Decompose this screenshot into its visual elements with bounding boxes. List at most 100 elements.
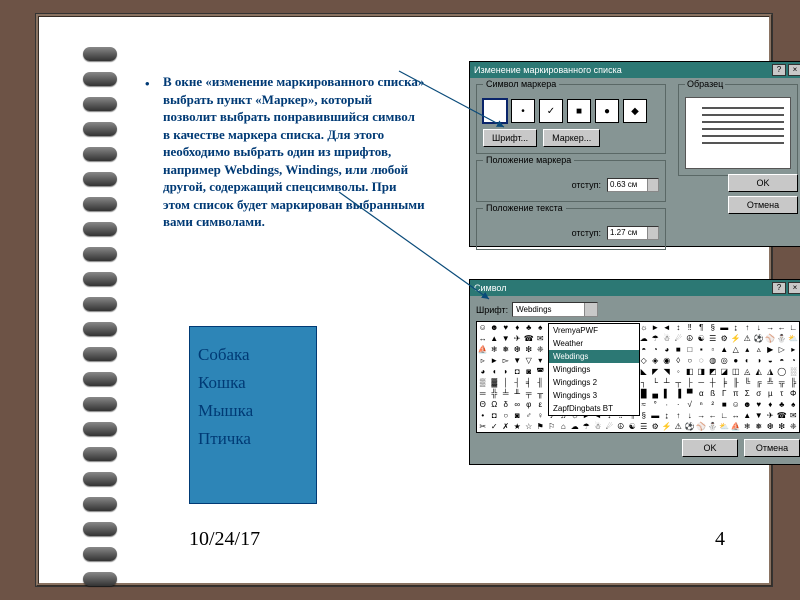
symbol-cell[interactable]: ★ (512, 421, 524, 432)
symbol-cell[interactable]: ☮ (615, 421, 627, 432)
symbol-cell[interactable]: ⚑ (535, 421, 547, 432)
symbol-cell[interactable]: ▲ (719, 344, 731, 355)
symbol-cell[interactable]: Γ (719, 388, 731, 399)
symbol-cell[interactable]: ☻ (742, 399, 754, 410)
symbol-cell[interactable]: ▸ (788, 344, 800, 355)
symbol-cell[interactable]: ╩ (765, 377, 777, 388)
symbol-cell[interactable]: ▴ (742, 344, 754, 355)
symbol-cell[interactable]: ◉ (661, 355, 673, 366)
symbol-cell[interactable]: ✓ (489, 421, 501, 432)
symbol-cell[interactable]: ◘ (489, 410, 501, 421)
symbol-cell[interactable]: ♥ (500, 322, 512, 333)
symbol-cell[interactable]: ⌂ (558, 421, 570, 432)
symbol-cell[interactable]: ◕ (661, 344, 673, 355)
symbol-cell[interactable]: ► (489, 355, 501, 366)
symbol-cell[interactable]: △ (730, 344, 742, 355)
symbol-cell[interactable]: ⚽ (684, 421, 696, 432)
symbol-cell[interactable]: µ (765, 388, 777, 399)
symbol-cell[interactable]: ❇ (776, 421, 788, 432)
symbol-cell[interactable]: ☃ (661, 333, 673, 344)
symbol-cell[interactable]: ▪ (696, 344, 708, 355)
close-icon[interactable]: × (788, 282, 800, 294)
symbol-cell[interactable]: ◭ (753, 366, 765, 377)
symbol-cell[interactable]: ✂ (477, 421, 489, 432)
symbol-cell[interactable]: ¶ (696, 322, 708, 333)
symbol-cell[interactable]: ε (535, 399, 547, 410)
symbol-cell[interactable]: ↔ (730, 410, 742, 421)
symbol-cell[interactable]: ◫ (730, 366, 742, 377)
symbol-cell[interactable]: ▾ (535, 355, 547, 366)
symbol-cell[interactable]: ☃ (592, 421, 604, 432)
marker-option[interactable]: • (511, 99, 535, 123)
symbol-cell[interactable]: │ (500, 377, 512, 388)
marker-option[interactable]: ✓ (539, 99, 563, 123)
symbol-cell[interactable]: ◬ (742, 366, 754, 377)
symbol-cell[interactable]: ♣ (776, 399, 788, 410)
symbol-cell[interactable]: ╥ (535, 388, 547, 399)
symbol-cell[interactable]: ☮ (684, 333, 696, 344)
symbol-cell[interactable]: Σ (742, 388, 754, 399)
symbol-cell[interactable]: ⛅ (788, 333, 800, 344)
symbol-cell[interactable]: ✗ (500, 421, 512, 432)
font-button[interactable]: Шрифт... (483, 129, 537, 147)
indent-spinner[interactable]: 1.27 см (607, 226, 659, 240)
symbol-cell[interactable]: ╠ (788, 377, 800, 388)
symbol-cell[interactable]: σ (753, 388, 765, 399)
symbol-cell[interactable]: ⛄ (707, 421, 719, 432)
symbol-cell[interactable]: ∙ (661, 399, 673, 410)
symbol-cell[interactable]: ░ (788, 366, 800, 377)
symbol-cell[interactable]: ⚡ (730, 333, 742, 344)
symbol-cell[interactable]: ↓ (684, 410, 696, 421)
symbol-cell[interactable]: ◓ (776, 355, 788, 366)
symbol-cell[interactable]: ❅ (500, 344, 512, 355)
symbol-cell[interactable]: ▌ (661, 388, 673, 399)
symbol-cell[interactable]: ╢ (535, 377, 547, 388)
symbol-cell[interactable]: ╔ (753, 377, 765, 388)
symbol-cell[interactable]: ☯ (627, 421, 639, 432)
ok-button[interactable]: OK (682, 439, 738, 457)
dropdown-item[interactable]: Wingdings 3 (549, 389, 639, 402)
symbol-cell[interactable]: α (696, 388, 708, 399)
symbol-cell[interactable]: ☄ (604, 421, 616, 432)
symbol-cell[interactable]: ╧ (500, 388, 512, 399)
symbol-cell[interactable]: Φ (788, 388, 800, 399)
symbol-cell[interactable]: ▵ (753, 344, 765, 355)
symbol-cell[interactable]: ◚ (535, 366, 547, 377)
symbol-cell[interactable]: ✉ (788, 410, 800, 421)
symbol-cell[interactable]: ▶ (765, 344, 777, 355)
symbol-cell[interactable]: ↕ (673, 322, 685, 333)
symbol-cell[interactable]: ▀ (684, 388, 696, 399)
symbol-cell[interactable]: ⛵ (477, 344, 489, 355)
symbol-cell[interactable]: ♦ (512, 322, 524, 333)
symbol-cell[interactable]: ° (650, 399, 662, 410)
symbol-cell[interactable]: ■ (673, 344, 685, 355)
marker-option[interactable]: ■ (567, 99, 591, 123)
font-dropdown-list[interactable]: VremyaPWF Weather Webdings Wingdings Win… (548, 323, 640, 416)
symbol-cell[interactable]: ◙ (523, 366, 535, 377)
symbol-cell[interactable]: ▐ (673, 388, 685, 399)
symbol-cell[interactable]: ▼ (500, 333, 512, 344)
symbol-cell[interactable]: ┼ (707, 377, 719, 388)
ok-button[interactable]: OK (728, 174, 798, 192)
symbol-cell[interactable]: ☺ (477, 322, 489, 333)
symbol-cell[interactable]: φ (523, 399, 535, 410)
dropdown-item[interactable]: Wingdings 2 (549, 376, 639, 389)
symbol-cell[interactable]: · (673, 399, 685, 410)
cancel-button[interactable]: Отмена (744, 439, 800, 457)
symbol-cell[interactable]: Θ (477, 399, 489, 410)
symbol-cell[interactable]: ☁ (569, 421, 581, 432)
symbol-cell[interactable]: ▹ (477, 355, 489, 366)
symbol-cell[interactable]: ◈ (650, 355, 662, 366)
symbol-cell[interactable]: ☂ (581, 421, 593, 432)
marker-button[interactable]: Маркер... (543, 129, 600, 147)
symbol-cell[interactable]: ⚠ (742, 333, 754, 344)
dropdown-item[interactable]: ZapfDingbats BT (549, 402, 639, 415)
cancel-button[interactable]: Отмена (728, 196, 798, 214)
symbol-cell[interactable]: ♣ (523, 322, 535, 333)
symbol-cell[interactable]: ◤ (650, 366, 662, 377)
symbol-cell[interactable]: § (707, 322, 719, 333)
dropdown-item[interactable]: Wingdings (549, 363, 639, 376)
marker-option[interactable]: ● (595, 99, 619, 123)
symbol-cell[interactable]: ◔ (650, 344, 662, 355)
symbol-cell[interactable]: ╟ (730, 377, 742, 388)
